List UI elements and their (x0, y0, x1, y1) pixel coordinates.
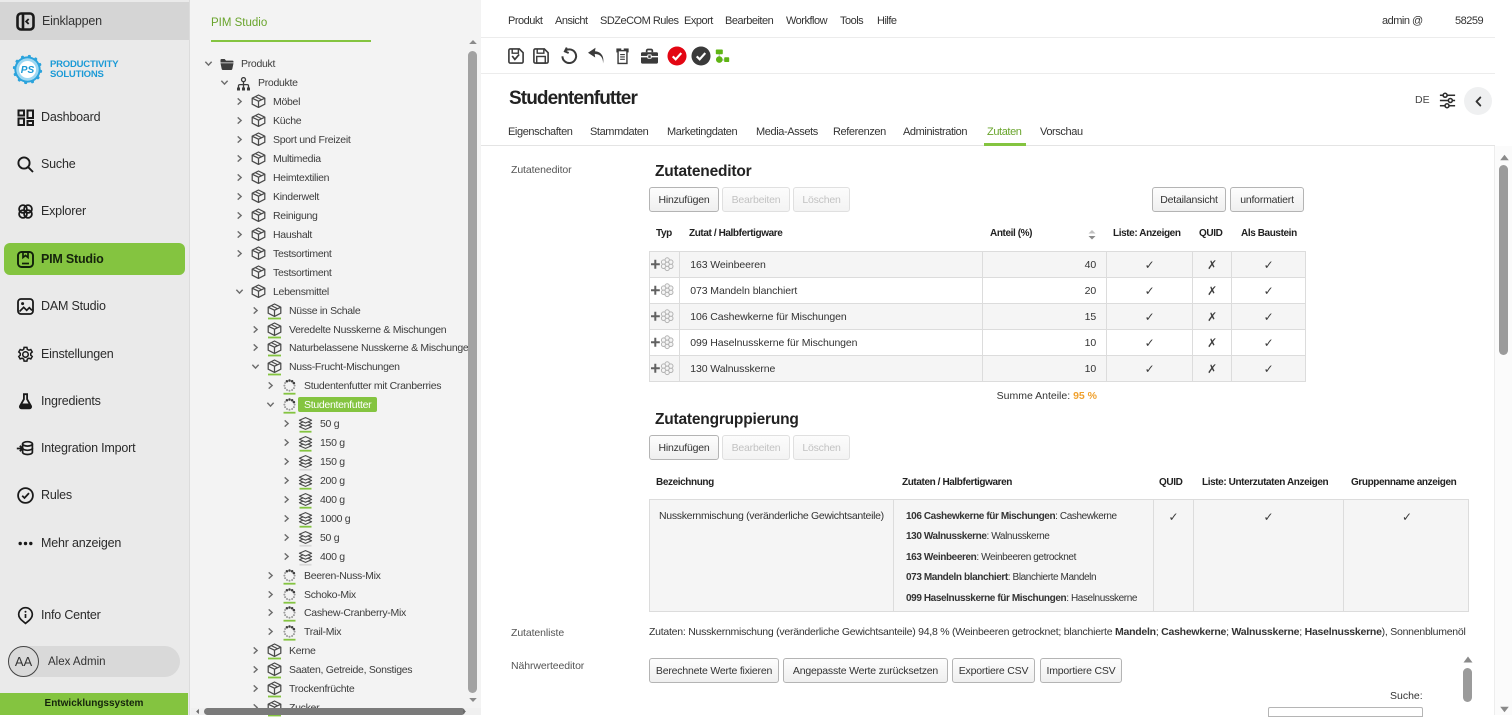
svg-text:PS: PS (21, 65, 35, 76)
